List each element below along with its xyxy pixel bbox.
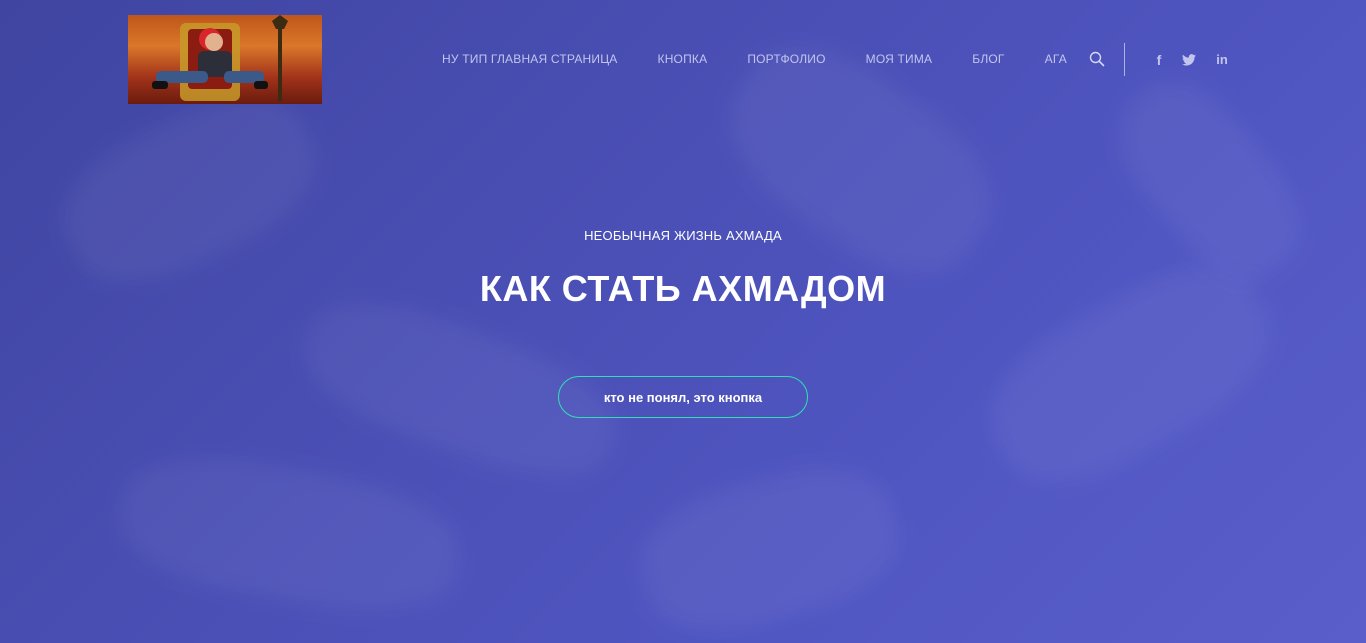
header-divider <box>1124 43 1125 76</box>
search-icon[interactable] <box>1089 51 1105 67</box>
nav-item-home[interactable]: НУ ТИП ГЛАВНАЯ СТРАНИЦА <box>442 51 618 67</box>
nav-item-button[interactable]: КНОПКА <box>658 51 708 67</box>
hero-cta-button[interactable]: кто не понял, это кнопка <box>558 376 808 418</box>
hero-title: КАК СТАТЬ АХМАДОМ <box>479 268 887 309</box>
nav-item-aga[interactable]: АГА <box>1045 51 1067 67</box>
nav-item-portfolio[interactable]: ПОРТФОЛИО <box>747 51 825 67</box>
facebook-glyph: f <box>1156 51 1162 68</box>
nav-item-blog[interactable]: БЛОГ <box>972 51 1004 67</box>
main-nav: НУ ТИП ГЛАВНАЯ СТРАНИЦА КНОПКА ПОРТФОЛИО… <box>442 51 1067 67</box>
linkedin-icon[interactable]: in <box>1213 52 1231 67</box>
site-header: НУ ТИП ГЛАВНАЯ СТРАНИЦА КНОПКА ПОРТФОЛИО… <box>0 0 1366 110</box>
logo-picture <box>152 15 288 101</box>
twitter-icon[interactable] <box>1181 52 1197 67</box>
linkedin-glyph: in <box>1216 52 1228 67</box>
hero-subtitle: НЕОБЫЧНАЯ ЖИЗНЬ АХМАДА <box>584 228 782 243</box>
facebook-icon[interactable]: f <box>1152 51 1166 68</box>
nav-item-team[interactable]: МОЯ ТИМА <box>866 51 933 67</box>
logo-image[interactable] <box>128 15 322 104</box>
